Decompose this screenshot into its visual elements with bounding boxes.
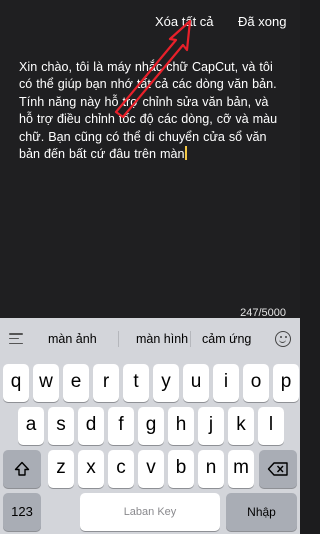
- key-o[interactable]: o: [243, 364, 269, 402]
- key-q[interactable]: q: [3, 364, 29, 402]
- menu-icon[interactable]: [9, 333, 23, 345]
- key-l[interactable]: l: [258, 407, 284, 445]
- key-t[interactable]: t: [123, 364, 149, 402]
- suggestion-item[interactable]: cảm ứng: [202, 332, 251, 346]
- key-v[interactable]: v: [138, 450, 164, 488]
- clear-all-button[interactable]: Xóa tất cả: [155, 14, 214, 29]
- key-j[interactable]: j: [198, 407, 224, 445]
- enter-key[interactable]: Nhập: [226, 493, 297, 531]
- key-s[interactable]: s: [48, 407, 74, 445]
- key-u[interactable]: u: [183, 364, 209, 402]
- key-m[interactable]: m: [228, 450, 254, 488]
- text-cursor: [185, 146, 188, 161]
- key-y[interactable]: y: [153, 364, 179, 402]
- key-e[interactable]: e: [63, 364, 89, 402]
- key-k[interactable]: k: [228, 407, 254, 445]
- done-button[interactable]: Đã xong: [238, 14, 286, 29]
- divider: [190, 331, 191, 347]
- editor-line: Tính năng này hỗ trợ chỉnh sửa văn bản, …: [19, 94, 269, 109]
- emoji-icon[interactable]: [275, 331, 291, 347]
- editor-line: hỗ trợ điều chỉnh tốc độ các dòng, cỡ và…: [19, 112, 278, 127]
- editor-line: Xin chào, tôi là máy nhắc chữ CapCut, và…: [19, 60, 273, 74]
- key-g[interactable]: g: [138, 407, 164, 445]
- key-w[interactable]: w: [33, 364, 59, 402]
- backspace-key[interactable]: [259, 450, 297, 488]
- suggestion-item[interactable]: màn ảnh: [48, 332, 97, 346]
- key-n[interactable]: n: [198, 450, 224, 488]
- key-i[interactable]: i: [213, 364, 239, 402]
- key-a[interactable]: a: [18, 407, 44, 445]
- key-r[interactable]: r: [93, 364, 119, 402]
- editor-line-last: bản đến bất cứ đâu trên màn: [19, 146, 291, 163]
- shift-icon: [14, 461, 30, 476]
- key-h[interactable]: h: [168, 407, 194, 445]
- suggestion-item[interactable]: màn hình: [136, 332, 188, 346]
- key-p[interactable]: p: [273, 364, 299, 402]
- key-c[interactable]: c: [108, 450, 134, 488]
- numbers-key[interactable]: 123: [3, 493, 41, 531]
- shift-key[interactable]: [3, 450, 41, 488]
- key-b[interactable]: b: [168, 450, 194, 488]
- divider: [118, 331, 119, 347]
- teleprompter-screen: Xóa tất cả Đã xong Xin chào, tôi là máy …: [0, 0, 300, 534]
- key-f[interactable]: f: [108, 407, 134, 445]
- key-z[interactable]: z: [48, 450, 74, 488]
- space-key[interactable]: Laban Key: [80, 493, 220, 531]
- editor-line: có thể giúp bạn nhớ tất cả các dòng văn …: [19, 77, 277, 92]
- editor-line: chữ. Bạn cũng có thể di chuyển cửa sổ vă…: [19, 129, 267, 144]
- key-d[interactable]: d: [78, 407, 104, 445]
- backspace-icon: [267, 462, 288, 476]
- editor-line: bản đến bất cứ đâu trên màn: [19, 147, 185, 162]
- suggestion-bar: màn ảnh màn hình cảm ứng: [0, 318, 300, 360]
- top-bar: Xóa tất cả Đã xong: [0, 0, 300, 44]
- script-text-editor[interactable]: Xin chào, tôi là máy nhắc chữ CapCut, và…: [19, 59, 291, 163]
- key-x[interactable]: x: [78, 450, 104, 488]
